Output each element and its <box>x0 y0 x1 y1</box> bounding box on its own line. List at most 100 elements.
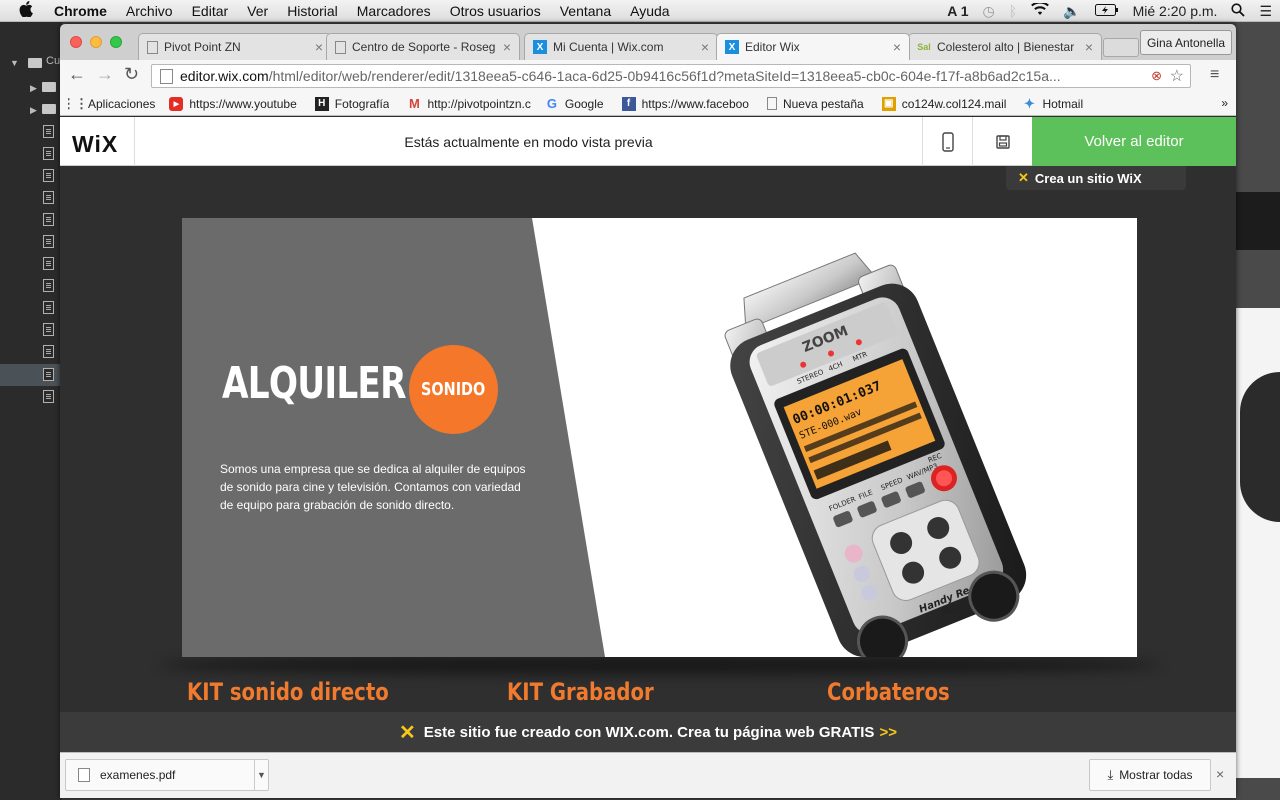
mac-menu-bar: Chrome Archivo Editar Ver Historial Marc… <box>0 0 1280 22</box>
file-icon[interactable] <box>43 368 54 381</box>
minimize-window-button[interactable] <box>90 36 102 48</box>
spotlight-search-icon[interactable] <box>1231 2 1246 20</box>
bookmark-co124w-mail[interactable]: ▣ co124w.col124.mail <box>881 96 1006 111</box>
url-path: /html/editor/web/renderer/edit/1318eea5-… <box>268 68 1061 84</box>
file-icon[interactable] <box>43 147 54 160</box>
chrome-menu-icon[interactable]: ≡ <box>1210 66 1219 84</box>
file-icon[interactable] <box>43 279 54 292</box>
bookmark-label: Google <box>564 96 604 111</box>
preview-mode-message: Estás actualmente en modo vista previa <box>404 133 653 150</box>
new-tab-button[interactable] <box>1103 38 1139 57</box>
menu-ayuda[interactable]: Ayuda <box>630 3 669 19</box>
tab-mi-cuenta-wix[interactable]: X Mi Cuenta | Wix.com × <box>524 33 718 60</box>
bookmark-aplicaciones[interactable]: ⋮⋮Aplicaciones <box>68 97 155 111</box>
menu-status-area: A 1 ◷ ᛒ 🔈 Mié 2:20 p.m. ☰ <box>933 0 1272 22</box>
menu-chrome[interactable]: Chrome <box>54 3 107 19</box>
folder-label: Cu <box>46 55 61 67</box>
tab-pivot-point[interactable]: Pivot Point ZN × <box>138 33 332 60</box>
file-icon[interactable] <box>43 345 54 358</box>
create-site-label: Crea un sitio WiX <box>1034 170 1142 186</box>
hero-banner: ALQUILER SONIDO Somos una empresa que se… <box>182 218 1137 657</box>
bookmark-facebook[interactable]: f https://www.faceboo <box>621 96 749 111</box>
file-icon[interactable] <box>43 169 54 182</box>
bookmark-hotmail[interactable]: ✦ Hotmail <box>1022 97 1083 111</box>
wifi-icon[interactable] <box>1031 1 1050 19</box>
wix-ad-footer[interactable]: ✕ Este sitio fue creado con WIX.com. Cre… <box>60 712 1236 752</box>
back-arrow-icon[interactable]: ← <box>68 64 86 85</box>
bookmark-fotografia[interactable]: H Fotografía <box>314 96 389 111</box>
back-to-editor-button[interactable]: Volver al editor <box>1032 117 1236 166</box>
volume-icon[interactable]: 🔈 <box>1063 3 1080 20</box>
address-bar[interactable]: editor.wix.com/html/editor/web/renderer/… <box>151 64 1191 88</box>
file-icon[interactable] <box>43 390 54 403</box>
battery-icon[interactable] <box>1094 3 1119 19</box>
bookmarks-bar: ⋮⋮Aplicaciones ▶ https://www.youtube H Fot… <box>60 92 1236 116</box>
menu-ver[interactable]: Ver <box>247 3 268 19</box>
page-icon <box>147 40 158 54</box>
tab-centro-soporte[interactable]: Centro de Soporte - Roseg × <box>326 33 520 60</box>
time-machine-icon[interactable]: ◷ <box>983 3 995 20</box>
bookmark-pivotpoint-mail[interactable]: Mhttp://pivotpointzn.c <box>407 97 531 111</box>
download-item[interactable]: examenes.pdf ▼ <box>65 759 269 791</box>
kit-grabador-link[interactable]: KIT Grabador <box>507 678 654 706</box>
profile-button[interactable]: Gina Antonella <box>1140 30 1232 55</box>
save-button[interactable] <box>972 117 1032 166</box>
forward-arrow-icon[interactable]: → <box>96 64 114 85</box>
close-window-button[interactable] <box>70 36 82 48</box>
file-icon[interactable] <box>43 235 54 248</box>
file-icon[interactable] <box>43 301 54 314</box>
bookmarks-overflow-button[interactable]: » <box>1221 96 1228 110</box>
kit-sonido-directo-link[interactable]: KIT sonido directo <box>187 678 389 706</box>
disclosure-arrow-icon[interactable]: ▶ <box>30 83 37 94</box>
tab-close-icon[interactable]: × <box>893 39 901 55</box>
disclosure-arrow-icon[interactable]: ▶ <box>30 105 37 116</box>
tab-close-icon[interactable]: × <box>1085 39 1093 55</box>
tab-editor-wix[interactable]: X Editor Wix × <box>716 33 910 60</box>
tab-title: Centro de Soporte - Roseg <box>352 40 496 54</box>
facebook-icon: f <box>621 96 636 111</box>
menu-ventana[interactable]: Ventana <box>560 3 611 19</box>
input-source-indicator[interactable]: A 1 <box>947 3 968 19</box>
background-window-fragment <box>1236 192 1280 250</box>
bookmark-youtube[interactable]: ▶ https://www.youtube <box>169 96 297 111</box>
show-all-downloads-button[interactable]: ⤓ Mostrar todas <box>1089 759 1211 791</box>
create-site-badge[interactable]: ✕ Crea un sitio WiX <box>1006 166 1186 190</box>
tab-close-icon[interactable]: × <box>701 39 709 55</box>
tab-title: Pivot Point ZN <box>164 40 241 54</box>
wix-logo[interactable]: WiX <box>72 131 118 158</box>
reload-icon[interactable]: ↻ <box>124 64 139 85</box>
page-info-icon[interactable] <box>160 68 173 84</box>
file-icon[interactable] <box>43 323 54 336</box>
menu-otros-usuarios[interactable]: Otros usuarios <box>450 3 541 19</box>
chevron-down-icon[interactable]: ▼ <box>254 760 268 790</box>
mobile-view-button[interactable] <box>922 117 972 166</box>
menu-clock[interactable]: Mié 2:20 p.m. <box>1133 3 1218 19</box>
bookmark-nueva-pestana[interactable]: Nueva pestaña <box>766 96 864 111</box>
close-downloads-bar-icon[interactable]: × <box>1216 766 1224 782</box>
file-icon[interactable] <box>43 257 54 270</box>
tab-colesterol[interactable]: Sal Colesterol alto | Bienestar × <box>908 33 1102 60</box>
notification-center-icon[interactable]: ☰ <box>1259 3 1272 20</box>
file-icon[interactable] <box>43 213 54 226</box>
menu-marcadores[interactable]: Marcadores <box>357 3 431 19</box>
menu-historial[interactable]: Historial <box>287 3 338 19</box>
folder-icon <box>42 104 56 114</box>
bookmark-label: Nueva pestaña <box>782 96 864 111</box>
tab-close-icon[interactable]: × <box>503 39 511 55</box>
apple-menu-icon[interactable] <box>19 0 37 21</box>
tab-close-icon[interactable]: × <box>315 39 323 55</box>
bookmark-label: Aplicaciones <box>88 96 156 111</box>
show-all-label: Mostrar todas <box>1119 768 1193 782</box>
bookmark-star-icon[interactable]: ☆ <box>1170 66 1184 86</box>
disclosure-arrow-icon[interactable]: ▼ <box>10 58 19 68</box>
bluetooth-icon[interactable]: ᛒ <box>1009 3 1017 19</box>
menu-archivo[interactable]: Archivo <box>126 3 173 19</box>
file-icon[interactable] <box>43 125 54 138</box>
zoom-window-button[interactable] <box>110 36 122 48</box>
file-icon[interactable] <box>43 191 54 204</box>
bookmark-google[interactable]: G Google <box>545 97 604 111</box>
menu-editar[interactable]: Editar <box>192 3 229 19</box>
hero-description: Somos una empresa que se dedica al alqui… <box>220 462 526 512</box>
blocked-extension-icon[interactable]: ⊗ <box>1151 68 1162 84</box>
corbateros-link[interactable]: Corbateros <box>827 678 950 706</box>
